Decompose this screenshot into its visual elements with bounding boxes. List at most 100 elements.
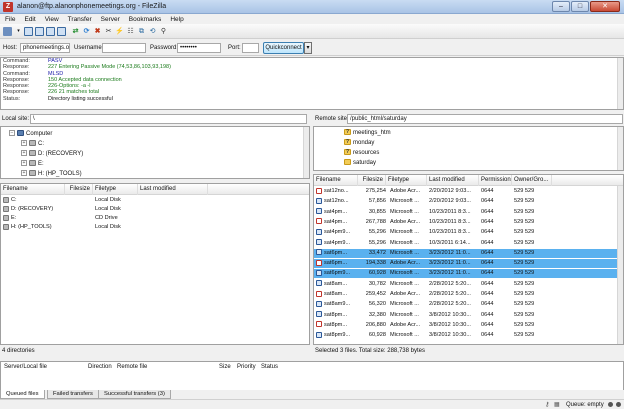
local-tree-item[interactable]: + E:: [21, 160, 44, 168]
queue-col-server-local[interactable]: Server/Local file: [4, 362, 47, 373]
maximize-button[interactable]: □: [571, 1, 589, 12]
expand-icon[interactable]: +: [21, 170, 27, 177]
toggle-log-icon[interactable]: [24, 27, 33, 36]
site-manager-icon[interactable]: [3, 27, 12, 36]
queue-col-priority[interactable]: Priority: [237, 362, 256, 373]
filename-cell: sat4pm...: [314, 218, 358, 227]
queue-col-status[interactable]: Status: [261, 362, 278, 373]
remote-tree-item[interactable]: ? monday: [344, 139, 374, 147]
local-file-list[interactable]: Filename Filesize Filetype Last modified…: [0, 183, 310, 345]
remote-tree-item[interactable]: ? resources: [344, 149, 379, 157]
local-tree-scrollbar[interactable]: [303, 127, 309, 178]
menu-file[interactable]: File: [0, 14, 19, 24]
toggle-local-tree-icon[interactable]: [35, 27, 44, 36]
remote-list-scrollbar[interactable]: [617, 186, 623, 344]
remote-col-filetype[interactable]: Filetype: [386, 175, 427, 186]
table-row[interactable]: sat4pm... 30,855 Microsoft ... 10/23/2011 8…: [314, 208, 617, 217]
table-row[interactable]: sat8am9... 56,320 Microsoft ... 2/28/2012 5…: [314, 300, 617, 309]
table-row[interactable]: sat8pm... 206,880 Adobe Acr... 3/8/2012 10:…: [314, 321, 617, 330]
quickconnect-dropdown-icon[interactable]: ▾: [304, 42, 312, 54]
local-col-filename[interactable]: Filename: [1, 184, 65, 195]
table-row[interactable]: sat12no... 57,856 Microsoft ... 2/20/2012 9…: [314, 197, 617, 206]
minimize-button[interactable]: –: [552, 1, 570, 12]
table-row[interactable]: D: (RECOVERY) Local Disk: [1, 205, 309, 214]
transfer-queue[interactable]: Server/Local file Direction Remote file …: [0, 361, 624, 391]
table-row[interactable]: C: Local Disk: [1, 196, 309, 205]
table-row[interactable]: sat6pm9... 60,928 Microsoft ... 3/23/2012 1…: [314, 269, 617, 279]
queue-col-direction[interactable]: Direction: [88, 362, 112, 373]
menu-view[interactable]: View: [40, 14, 63, 24]
table-row[interactable]: sat8pm9... 60,928 Microsoft ... 3/8/2012 10…: [314, 331, 617, 340]
tab-successful-transfers[interactable]: Successful transfers (3): [98, 390, 171, 399]
remote-col-owner[interactable]: Owner/Gro...: [512, 175, 552, 186]
expand-icon[interactable]: +: [21, 160, 27, 167]
remote-col-filesize[interactable]: Filesize: [358, 175, 386, 186]
modified-cell: 10/23/2011 8:3...: [429, 218, 471, 225]
filename-cell: sat12no...: [314, 197, 358, 206]
username-input[interactable]: [102, 43, 146, 53]
table-row[interactable]: sat4pm... 267,788 Adobe Acr... 10/23/2011 8…: [314, 218, 617, 227]
quickconnect-button[interactable]: Quickconnect: [263, 42, 304, 54]
search-icon[interactable]: ⚲: [159, 27, 168, 36]
menu-bookmarks[interactable]: Bookmarks: [124, 14, 166, 24]
local-tree-item[interactable]: + C:: [21, 140, 44, 148]
remote-tree-scrollbar[interactable]: [617, 127, 623, 170]
remote-col-permissions[interactable]: Permissions: [479, 175, 512, 186]
expand-icon[interactable]: +: [21, 150, 27, 157]
refresh-icon[interactable]: ⇄: [71, 27, 80, 36]
remote-file-list[interactable]: Filename Filesize Filetype Last modified…: [313, 174, 624, 345]
close-button[interactable]: ✕: [590, 1, 620, 12]
menu-edit[interactable]: Edit: [19, 14, 39, 24]
remote-col-modified[interactable]: Last modified: [427, 175, 479, 186]
table-row[interactable]: sat4pm9... 55,296 Microsoft ... 10/23/2011 …: [314, 228, 617, 237]
local-col-modified[interactable]: Last modified: [138, 184, 208, 195]
menu-transfer[interactable]: Transfer: [63, 14, 96, 24]
remote-tree-item[interactable]: ? meetings_htm: [344, 129, 391, 137]
remote-col-filename[interactable]: Filename: [314, 175, 358, 186]
local-tree-item[interactable]: + D: (RECOVERY): [21, 150, 83, 158]
local-tree-item[interactable]: + H: (HP_TOOLS): [21, 170, 82, 178]
permissions-cell: 0644: [481, 188, 494, 194]
disconnect-icon[interactable]: ✂: [104, 27, 113, 36]
table-row[interactable]: sat4pm9... 55,296 Microsoft ... 10/3/2011 6…: [314, 239, 617, 248]
local-tree-item[interactable]: − Computer: [9, 130, 52, 138]
tab-queued-files[interactable]: Queued files: [0, 390, 45, 399]
process-queue-icon[interactable]: ⟳: [82, 27, 91, 36]
local-site-input[interactable]: \: [30, 114, 307, 124]
table-row[interactable]: sat6pm... 194,338 Adobe Acr... 3/23/2012 11…: [314, 259, 617, 268]
password-input[interactable]: ••••••••: [177, 43, 221, 53]
sync-browsing-icon[interactable]: ⟲: [148, 27, 157, 36]
tab-failed-transfers[interactable]: Failed transfers: [47, 390, 99, 399]
remote-site-input[interactable]: /public_html/saturday: [347, 114, 623, 124]
port-input[interactable]: [242, 43, 259, 53]
menu-server[interactable]: Server: [96, 14, 124, 24]
local-col-filesize[interactable]: Filesize: [65, 184, 93, 195]
table-row[interactable]: sat8pm... 32,380 Microsoft ... 3/8/2012 10:…: [314, 311, 617, 320]
remote-directory-tree[interactable]: ? meetings_htm ? monday ? resources saturday: [313, 126, 624, 171]
local-tree-label: H: (HP_TOOLS): [38, 171, 82, 177]
queue-col-remote-file[interactable]: Remote file: [117, 362, 147, 373]
local-directory-tree[interactable]: − Computer + C: + D: (RECOVERY) + E: + H: (HP_TOO…: [0, 126, 310, 179]
table-row[interactable]: sat8am... 30,782 Microsoft ... 2/28/2012 5:…: [314, 280, 617, 289]
remote-tree-item[interactable]: saturday: [344, 159, 376, 167]
queue-col-size[interactable]: Size: [219, 362, 231, 373]
table-row[interactable]: sat12no... 275,254 Adobe Acr... 2/20/2012 9…: [314, 187, 617, 196]
toggle-remote-tree-icon[interactable]: [46, 27, 55, 36]
log-scrollbar[interactable]: [617, 58, 623, 109]
cancel-operation-icon[interactable]: ✖: [93, 27, 102, 36]
toggle-queue-icon[interactable]: [57, 27, 66, 36]
filter-icon[interactable]: ☷: [126, 27, 135, 36]
table-row[interactable]: sat6pm... 33,472 Microsoft ... 3/23/2012 11…: [314, 248, 617, 258]
table-row[interactable]: sat8am... 259,452 Adobe Acr... 2/28/2012 5:…: [314, 290, 617, 299]
expand-icon[interactable]: +: [21, 140, 27, 147]
table-row[interactable]: H: (HP_TOOLS) Local Disk: [1, 223, 309, 232]
collapse-icon[interactable]: −: [9, 130, 15, 137]
local-col-filetype[interactable]: Filetype: [93, 184, 138, 195]
site-manager-dropdown-icon[interactable]: ▾: [14, 27, 23, 36]
reconnect-icon[interactable]: ⚡: [115, 27, 124, 36]
compare-icon[interactable]: ⧉: [137, 27, 146, 36]
table-row[interactable]: E: CD Drive: [1, 214, 309, 223]
host-input[interactable]: phonemeetings.org: [20, 43, 70, 53]
message-log[interactable]: Command: PASV Response: 227 Entering Passiv…: [0, 57, 624, 110]
menu-help[interactable]: Help: [165, 14, 187, 24]
